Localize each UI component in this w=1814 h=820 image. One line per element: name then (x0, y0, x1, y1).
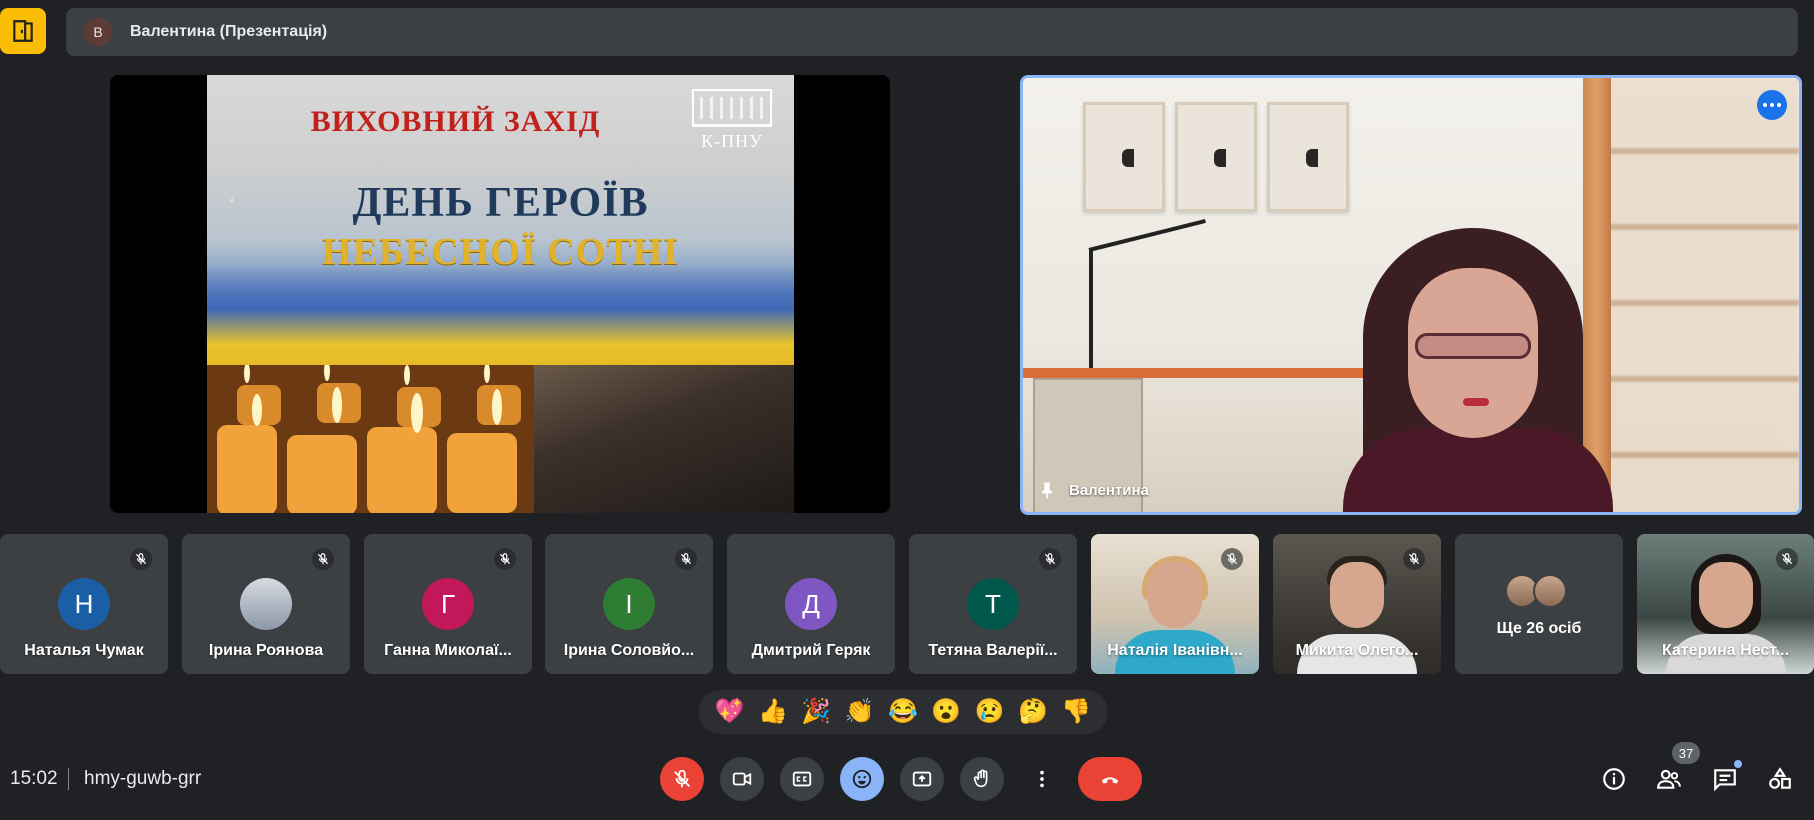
more-vert-icon (1040, 770, 1044, 788)
captions-button[interactable] (780, 757, 824, 801)
speaker-video-tile[interactable]: Валентина (1020, 75, 1802, 515)
people-count-badge: 37 (1672, 742, 1700, 764)
presenter-avatar: В (84, 18, 112, 46)
mic-off-icon (130, 548, 152, 570)
reaction-surprised[interactable]: 😮 (931, 700, 961, 724)
hand-icon (973, 769, 988, 788)
reaction-clapping[interactable]: 👏 (845, 700, 875, 724)
microphone-toggle-button[interactable] (660, 757, 704, 801)
meet-logo-button[interactable] (0, 8, 46, 54)
wall-frame (1267, 102, 1349, 212)
chat-unread-dot (1734, 760, 1742, 768)
participant-avatar: І (603, 578, 655, 630)
reaction-thumbs-down[interactable]: 👎 (1061, 700, 1091, 724)
reaction-thinking[interactable]: 🤔 (1018, 700, 1048, 724)
reactions-bar: 💖 👍 🎉 👏 😂 😮 😢 🤔 👎 (698, 690, 1108, 734)
leave-call-button[interactable] (1078, 757, 1142, 801)
more-options-button[interactable] (1024, 757, 1060, 801)
meeting-code: hmy-guwb-grr (84, 768, 202, 789)
videocam-icon (732, 772, 752, 786)
raise-hand-button[interactable] (960, 757, 1004, 801)
participant-tile[interactable]: Т Тетяна Валерії... (909, 534, 1077, 674)
divider (68, 768, 69, 790)
participant-name: Ірина Роянова (208, 642, 324, 659)
reaction-party-popper[interactable]: 🎉 (801, 700, 831, 724)
mic-off-icon (1039, 548, 1061, 570)
activities-button[interactable] (1758, 757, 1802, 801)
reaction-laughing[interactable]: 😂 (888, 700, 918, 724)
reaction-crying[interactable]: 😢 (975, 700, 1005, 724)
meeting-clock: 15:02 (10, 768, 58, 789)
closed-captions-icon (792, 771, 812, 787)
participant-tile[interactable]: Ірина Роянова (182, 534, 350, 674)
pin-icon[interactable] (1037, 480, 1057, 500)
participant-name: Катерина Нест... (1661, 642, 1790, 659)
presenter-title: Валентина (Презентація) (130, 23, 328, 40)
mic-off-icon (312, 548, 334, 570)
speaker-name-label: Валентина (1037, 480, 1149, 500)
participant-name: Дмитрий Геряк (751, 642, 871, 659)
participant-name: Тетяна Валерії... (928, 642, 1058, 659)
participant-avatar-photo (240, 578, 292, 630)
participant-video-tile[interactable]: Наталія Іванівн... (1091, 534, 1259, 674)
camera-toggle-button[interactable] (720, 757, 764, 801)
call-end-icon (1101, 777, 1119, 784)
presentation-slide: К-ПНУ ВИХОВНИЙ ЗАХІД ДЕНЬ ГЕРОЇВ НЕБЕСНО… (207, 75, 794, 513)
more-participants-avatars (1505, 574, 1567, 608)
participant-tile[interactable]: Н Наталья Чумак (0, 534, 168, 674)
reactions-button[interactable] (840, 757, 884, 801)
slide-title-line2: НЕБЕСНОЇ СОТНІ (322, 231, 679, 273)
more-participants-tile[interactable]: Ще 26 осіб (1455, 534, 1623, 674)
activities-shapes-icon (1769, 767, 1791, 789)
reaction-sparkling-heart[interactable]: 💖 (715, 700, 745, 724)
participant-tile[interactable]: Г Ганна Миколаї... (364, 534, 532, 674)
present-screen-button[interactable] (900, 757, 944, 801)
participant-avatar: Д (785, 578, 837, 630)
chat-icon (1714, 769, 1736, 792)
presentation-stage[interactable]: К-ПНУ ВИХОВНИЙ ЗАХІД ДЕНЬ ГЕРОЇВ НЕБЕСНО… (110, 75, 890, 513)
participant-name: Ганна Миколаї... (384, 642, 512, 659)
slide-heading: ВИХОВНИЙ ЗАХІД (310, 105, 601, 138)
participant-video-tile[interactable]: Микита Олего... (1273, 534, 1441, 674)
meeting-details-button[interactable] (1592, 757, 1636, 801)
wall-frame (1083, 102, 1165, 212)
participant-name: Наталья Чумак (24, 642, 144, 659)
participant-video-tile[interactable]: Катерина Нест... (1637, 534, 1814, 674)
mic-off-icon (494, 548, 516, 570)
presentation-header: В Валентина (Презентація) (66, 8, 1798, 56)
participant-name: Наталія Іванівн... (1107, 642, 1243, 659)
participant-avatar: Н (58, 578, 110, 630)
emoji-icon (852, 769, 872, 789)
present-to-all-icon (912, 771, 932, 787)
wall-frame (1175, 102, 1257, 212)
speaker-more-options-button[interactable] (1757, 90, 1787, 120)
reaction-thumbs-up[interactable]: 👍 (758, 700, 788, 724)
participant-name: Ірина Соловйо... (563, 642, 695, 659)
participant-strip: Н Наталья Чумак Ірина Роянова Г Ганна Ми… (0, 534, 1814, 674)
people-icon (1657, 769, 1681, 789)
participant-tile[interactable]: І Ірина Соловйо... (545, 534, 713, 674)
slide-title-line1: ДЕНЬ ГЕРОЇВ (352, 180, 649, 226)
mic-off-icon (1221, 548, 1243, 570)
participant-name: Микита Олего... (1295, 642, 1419, 659)
door-icon (13, 20, 33, 42)
mic-off-icon (1403, 548, 1425, 570)
crowd-image (534, 365, 794, 513)
mic-off-icon (674, 769, 690, 788)
mic-off-icon (675, 548, 697, 570)
bookshelf (1609, 78, 1799, 512)
participant-avatar: Т (967, 578, 1019, 630)
mic-off-icon (1776, 548, 1798, 570)
info-icon (1603, 768, 1625, 790)
participant-tile[interactable]: Д Дмитрий Геряк (727, 534, 895, 674)
flag-image (207, 265, 794, 375)
participant-avatar: Г (422, 578, 474, 630)
candles-image (207, 365, 547, 513)
more-participants-label: Ще 26 осіб (1496, 620, 1582, 637)
